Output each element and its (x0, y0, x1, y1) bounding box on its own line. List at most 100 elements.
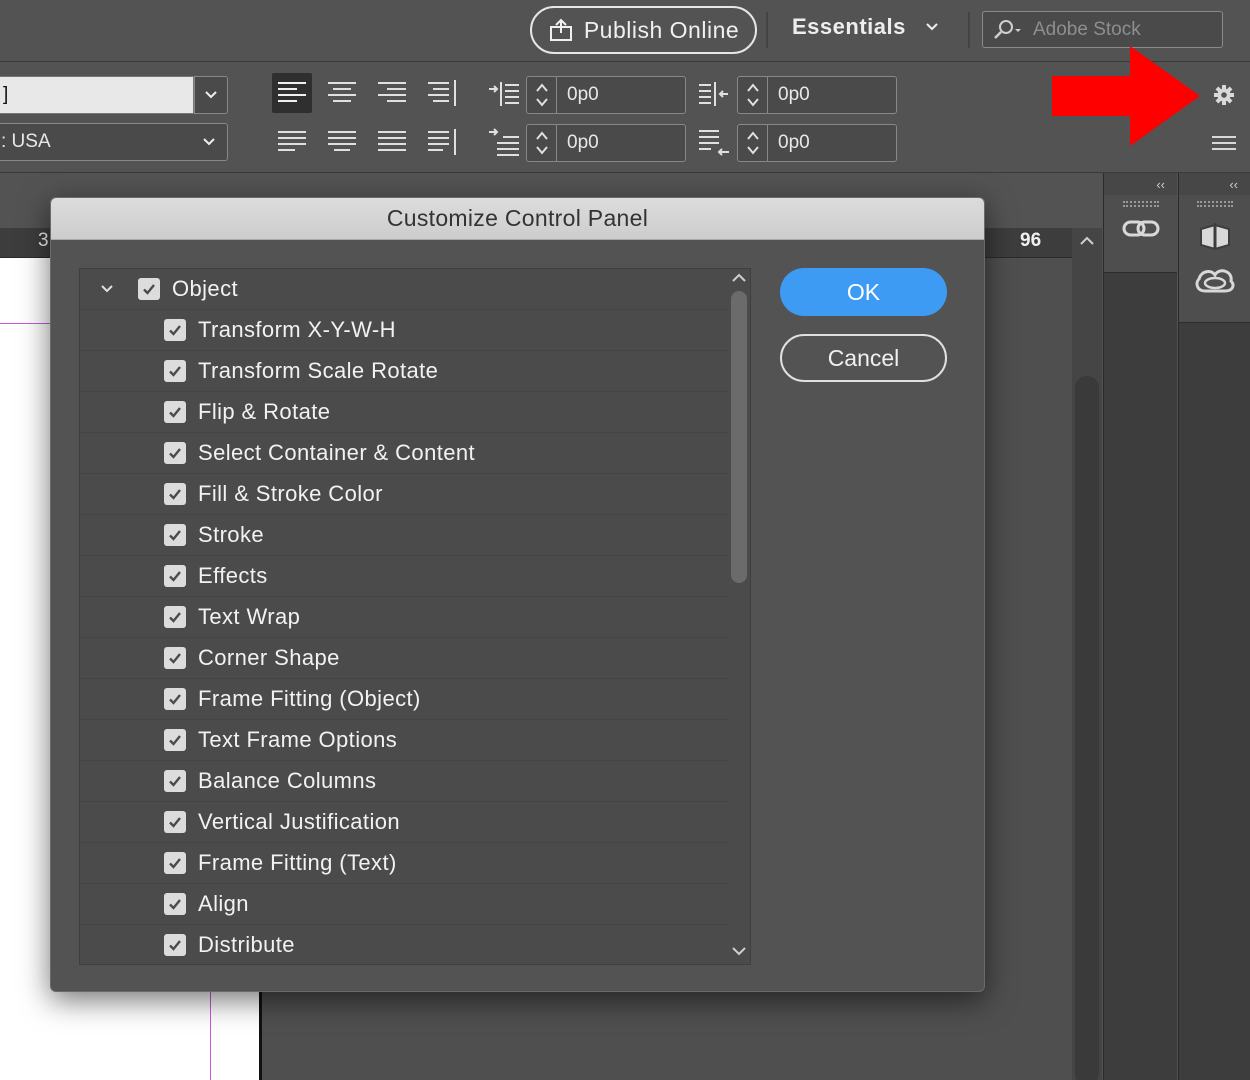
checkbox[interactable] (164, 688, 186, 710)
chevron-down-icon[interactable] (94, 276, 120, 302)
tree-item[interactable]: Distribute (80, 925, 728, 964)
align-away-from-spine-button[interactable] (422, 122, 462, 162)
search-input[interactable] (1033, 18, 1213, 41)
checkbox[interactable] (164, 647, 186, 669)
scrollbar-thumb[interactable] (731, 291, 747, 583)
checkbox[interactable] (164, 893, 186, 915)
font-family-field[interactable]: ] (0, 76, 194, 114)
tree-item-label: Flip & Rotate (198, 399, 331, 424)
tree-item[interactable]: Frame Fitting (Text) (80, 843, 728, 884)
scrollbar-thumb[interactable] (1075, 376, 1099, 1080)
gear-icon[interactable] (1212, 83, 1236, 107)
links-panel-tab[interactable] (1104, 195, 1177, 273)
tree-item[interactable]: Frame Fitting (Object) (80, 679, 728, 720)
adobe-stock-search[interactable] (982, 11, 1223, 48)
justify-all-button[interactable] (372, 122, 412, 162)
checkbox[interactable] (164, 401, 186, 423)
scroll-up-arrow-icon[interactable] (731, 271, 747, 285)
cc-libraries-icon[interactable] (1197, 219, 1233, 253)
first-line-indent-spinner[interactable]: 0p0 (526, 124, 686, 162)
tree-item[interactable]: Fill & Stroke Color (80, 474, 728, 515)
publish-online-label: Publish Online (583, 16, 740, 43)
font-dropdown-button[interactable] (194, 76, 228, 114)
ruler-number: 3 (38, 230, 49, 251)
ok-button[interactable]: OK (780, 268, 947, 316)
panel-menu-icon[interactable] (1211, 133, 1237, 153)
share-upload-icon (549, 18, 572, 41)
chevron-down-icon (926, 23, 938, 31)
tree-item[interactable]: Stroke (80, 515, 728, 556)
collapse-glyph: ‹‹ (1156, 176, 1165, 192)
tree-item-label: Frame Fitting (Object) (198, 686, 421, 711)
checkbox[interactable] (164, 852, 186, 874)
stepper-arrows[interactable] (738, 125, 768, 161)
creative-cloud-icon[interactable] (1193, 263, 1237, 297)
tree-item[interactable]: Text Wrap (80, 597, 728, 638)
stepper-arrows[interactable] (527, 125, 557, 161)
right-indent-spinner[interactable]: 0p0 (737, 76, 897, 114)
tree-item[interactable]: Flip & Rotate (80, 392, 728, 433)
last-line-indent-spinner[interactable]: 0p0 (737, 124, 897, 162)
align-left-icon (278, 82, 306, 102)
chevron-down-icon (203, 138, 215, 146)
checkbox[interactable] (164, 770, 186, 792)
collapse-glyph: ‹‹ (1229, 176, 1238, 192)
tree-item[interactable]: Select Container & Content (80, 433, 728, 474)
annotation-arrow-icon (1052, 46, 1200, 146)
checkbox[interactable] (164, 442, 186, 464)
align-towards-spine-button[interactable] (422, 73, 462, 113)
align-right-button[interactable] (372, 73, 412, 113)
align-left-button[interactable] (272, 73, 312, 113)
stepper-arrows[interactable] (738, 77, 768, 113)
dock-collapse-button[interactable]: ‹‹ (1104, 173, 1177, 195)
checkbox[interactable] (164, 729, 186, 751)
tree-item[interactable]: Transform X-Y-W-H (80, 310, 728, 351)
align-center-button[interactable] (322, 73, 362, 113)
tree-item[interactable]: Align (80, 884, 728, 925)
scroll-down-arrow-icon[interactable] (731, 944, 747, 958)
tree-item-label: Balance Columns (198, 768, 377, 793)
vertical-scrollbar[interactable] (1072, 228, 1102, 1080)
tree-group-object[interactable]: Object (80, 269, 728, 310)
tree-item-label: Effects (198, 563, 268, 588)
list-scrollbar[interactable] (728, 269, 750, 964)
tree-item[interactable]: Transform Scale Rotate (80, 351, 728, 392)
stepper-arrows[interactable] (527, 77, 557, 113)
scroll-up-arrow-icon[interactable] (1079, 234, 1095, 246)
tree-item-label: Stroke (198, 522, 264, 547)
options-tree-list[interactable]: Object Transform X-Y-W-H Transform Scale R… (79, 268, 751, 965)
dialog-title: Customize Control Panel (51, 198, 984, 240)
workspace-label: Essentials (792, 14, 906, 39)
workspace-switcher[interactable]: Essentials (792, 14, 940, 40)
tree-item[interactable]: Effects (80, 556, 728, 597)
drag-grip[interactable] (1122, 201, 1159, 207)
checkbox[interactable] (164, 934, 186, 956)
tree-item-label: Align (198, 891, 249, 916)
cc-panel-tabs (1179, 195, 1250, 323)
justify-center-button[interactable] (322, 122, 362, 162)
justify-left-button[interactable] (272, 122, 312, 162)
checkbox[interactable] (164, 606, 186, 628)
tree-item[interactable]: Balance Columns (80, 761, 728, 802)
drag-grip[interactable] (1196, 201, 1233, 207)
tree-item[interactable]: Vertical Justification (80, 802, 728, 843)
language-dropdown[interactable]: : USA (0, 123, 228, 161)
font-family-value: ] (3, 84, 9, 105)
checkbox[interactable] (164, 565, 186, 587)
last-line-indent-icon (696, 124, 732, 160)
checkbox[interactable] (164, 319, 186, 341)
checkbox[interactable] (164, 524, 186, 546)
tree-item[interactable]: Text Frame Options (80, 720, 728, 761)
right-indent-value: 0p0 (778, 84, 810, 105)
checkbox[interactable] (164, 811, 186, 833)
checkbox[interactable] (164, 360, 186, 382)
cancel-button[interactable]: Cancel (780, 334, 947, 382)
checkbox[interactable] (164, 483, 186, 505)
left-indent-icon (486, 76, 522, 112)
publish-online-button[interactable]: Publish Online (530, 6, 757, 54)
dock-collapse-button[interactable]: ‹‹ (1179, 173, 1250, 195)
tree-item[interactable]: Corner Shape (80, 638, 728, 679)
tree-item-label: Corner Shape (198, 645, 340, 670)
left-indent-spinner[interactable]: 0p0 (526, 76, 686, 114)
checkbox[interactable] (138, 278, 160, 300)
